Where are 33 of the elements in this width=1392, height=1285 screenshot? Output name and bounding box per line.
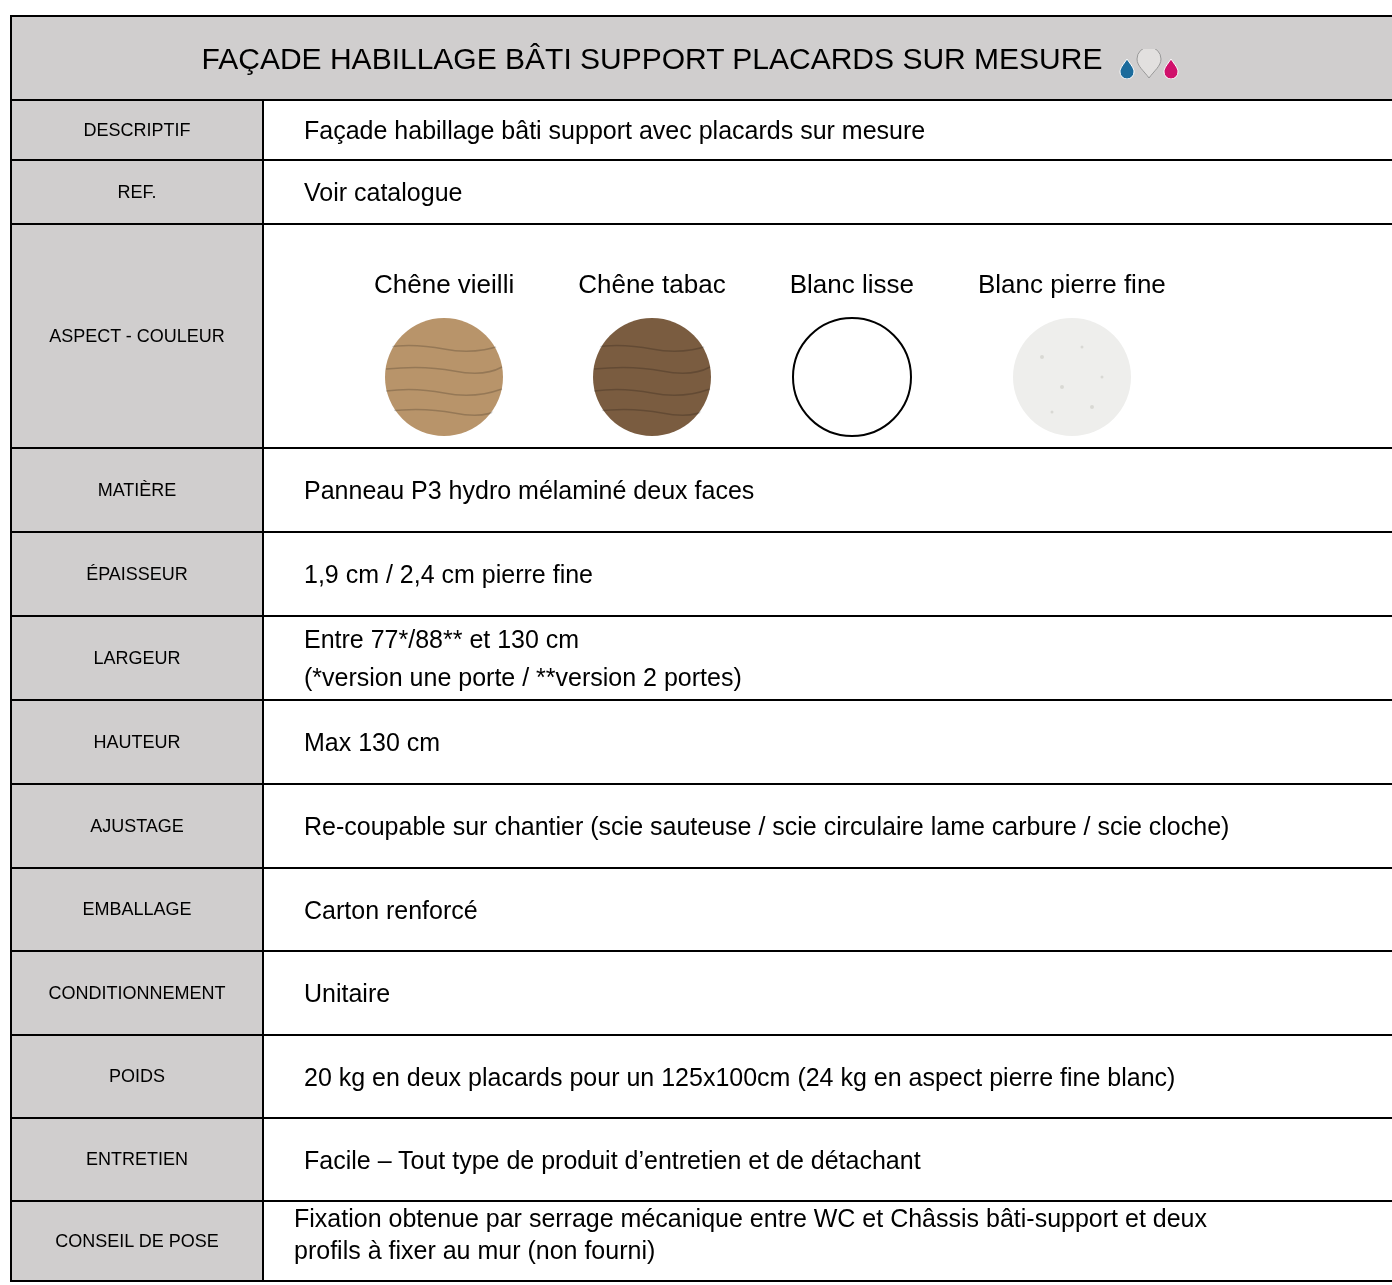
row-label: ÉPAISSEUR — [86, 562, 188, 586]
swatch-label: Blanc pierre fine — [977, 268, 1166, 301]
row-value: Panneau P3 hydro mélaminé deux faces — [304, 475, 756, 506]
row-label: DESCRIPTIF — [83, 118, 191, 142]
row-value: Carton renforcé — [304, 894, 479, 926]
row-label: HAUTEUR — [93, 730, 181, 754]
row-label: ASPECT - COULEUR — [49, 324, 225, 348]
water-drops-icon — [1118, 49, 1181, 79]
row-label: EMBALLAGE — [82, 898, 192, 921]
row-value: Facile – Tout type de produit d’entretien et de détachant — [304, 1144, 922, 1176]
row-label: REF. — [117, 180, 157, 204]
row-label: CONSEIL DE POSE — [55, 1229, 219, 1253]
row-value: Entre 77*/88** et 130 cm — [304, 624, 581, 655]
row-value: Fixation obtenue par serrage mécanique entre WC et Châssis bâti-support et deux — [294, 1203, 1208, 1234]
row-label: MATIÈRE — [97, 478, 177, 502]
row-value: 20 kg en deux placards pour un 125x100cm (24 kg en aspect pierre fine blanc) — [304, 1061, 1177, 1093]
row-label: CONDITIONNEMENT — [48, 981, 226, 1005]
row-value: Façade habillage bâti support avec placards sur mesure — [304, 115, 927, 146]
row-value: Voir catalogue — [304, 177, 464, 208]
row-value: 1,9 cm / 2,4 cm pierre fine — [304, 559, 594, 590]
row-label: LARGEUR — [93, 646, 181, 670]
swatch-label: Blanc lisse — [789, 268, 914, 301]
table-title: FAÇADE HABILLAGE BÂTI SUPPORT PLACARDS SUR MESURE — [201, 40, 1103, 77]
row-label: AJUSTAGE — [90, 814, 184, 838]
row-value: (*version une porte / **version 2 portes) — [304, 662, 743, 693]
row-label: POIDS — [109, 1065, 165, 1088]
row-value: Max 130 cm — [304, 727, 442, 758]
row-value: Re-coupable sur chantier (scie sauteuse / scie circulaire lame carbure / scie cloche) — [304, 811, 1231, 842]
swatch-label: Chêne vieilli — [374, 268, 515, 301]
row-value: Unitaire — [304, 978, 392, 1009]
row-value: profils à fixer au mur (non fourni) — [294, 1235, 657, 1266]
row-label: ENTRETIEN — [86, 1148, 188, 1171]
swatch-label: Chêne tabac — [578, 268, 726, 301]
